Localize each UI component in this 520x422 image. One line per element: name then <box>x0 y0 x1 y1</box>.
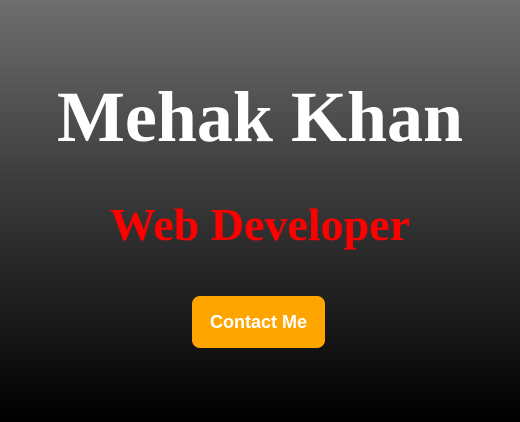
contact-me-button[interactable]: Contact Me <box>192 296 325 348</box>
hero-section: Mehak Khan Web Developer Contact Me <box>0 0 520 422</box>
hero-name: Mehak Khan <box>56 77 464 157</box>
hero-role: Web Developer <box>109 199 411 250</box>
